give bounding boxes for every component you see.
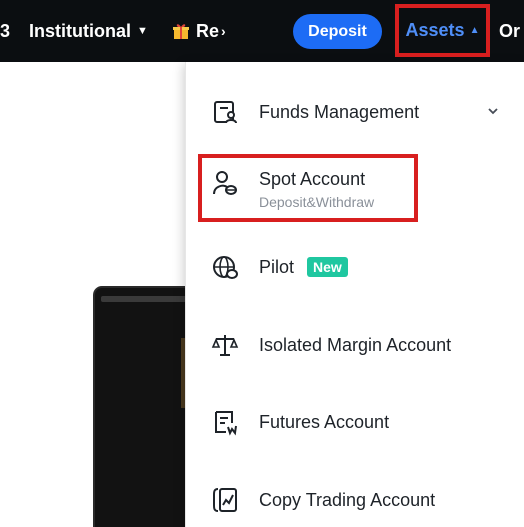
scale-icon (211, 331, 239, 359)
chart-bracket-icon (211, 486, 239, 514)
nav-item-institutional[interactable]: Institutional ▼ (29, 0, 148, 62)
funds-management-label: Funds Management (259, 101, 420, 122)
nav-partial-label: 3 (0, 20, 11, 41)
menu-item-copy-trading-account[interactable]: Copy Trading Account (186, 470, 524, 527)
deposit-label: Deposit (308, 22, 367, 40)
menu-item-pilot[interactable]: Pilot New (186, 237, 524, 297)
spot-account-highlight-box (198, 154, 418, 222)
menu-item-funds-management[interactable]: Funds Management (186, 82, 524, 142)
orders-label: Or (499, 20, 521, 41)
wallet-person-icon (211, 98, 239, 126)
top-navigation-bar: 3 Institutional ▼ Re › Deposit Assets ▲ (0, 0, 524, 62)
page: 3 Institutional ▼ Re › Deposit Assets ▲ (0, 0, 524, 527)
nav-item-orders[interactable]: Or (499, 0, 520, 62)
copy-trading-account-label: Copy Trading Account (259, 489, 436, 510)
chevron-down-icon[interactable] (486, 104, 500, 118)
assets-menu-trigger[interactable]: Assets ▲ (395, 4, 490, 57)
chevron-right-icon: › (221, 23, 226, 39)
institutional-label: Institutional (29, 20, 131, 41)
caret-up-icon: ▲ (469, 25, 480, 36)
deposit-button[interactable]: Deposit (293, 14, 382, 49)
futures-account-label: Futures Account (259, 411, 390, 432)
globe-coin-icon (211, 253, 239, 281)
laptop-screen-bar (101, 296, 191, 302)
caret-down-icon: ▼ (137, 25, 148, 37)
assets-dropdown-menu: Funds Management Spot Account Deposit&Wi… (185, 62, 524, 527)
new-badge: New (307, 257, 348, 277)
nav-item-rewards[interactable]: Re › (172, 0, 226, 62)
nav-item-partial[interactable]: 3 (0, 0, 10, 62)
assets-label: Assets (405, 20, 465, 40)
isolated-margin-account-label: Isolated Margin Account (259, 334, 452, 355)
gift-icon (172, 22, 190, 40)
rewards-label: Re (196, 20, 220, 41)
menu-item-futures-account[interactable]: Futures Account (186, 392, 524, 452)
contract-icon (211, 408, 239, 436)
pilot-label: Pilot (259, 256, 295, 277)
menu-item-isolated-margin-account[interactable]: Isolated Margin Account (186, 315, 524, 375)
